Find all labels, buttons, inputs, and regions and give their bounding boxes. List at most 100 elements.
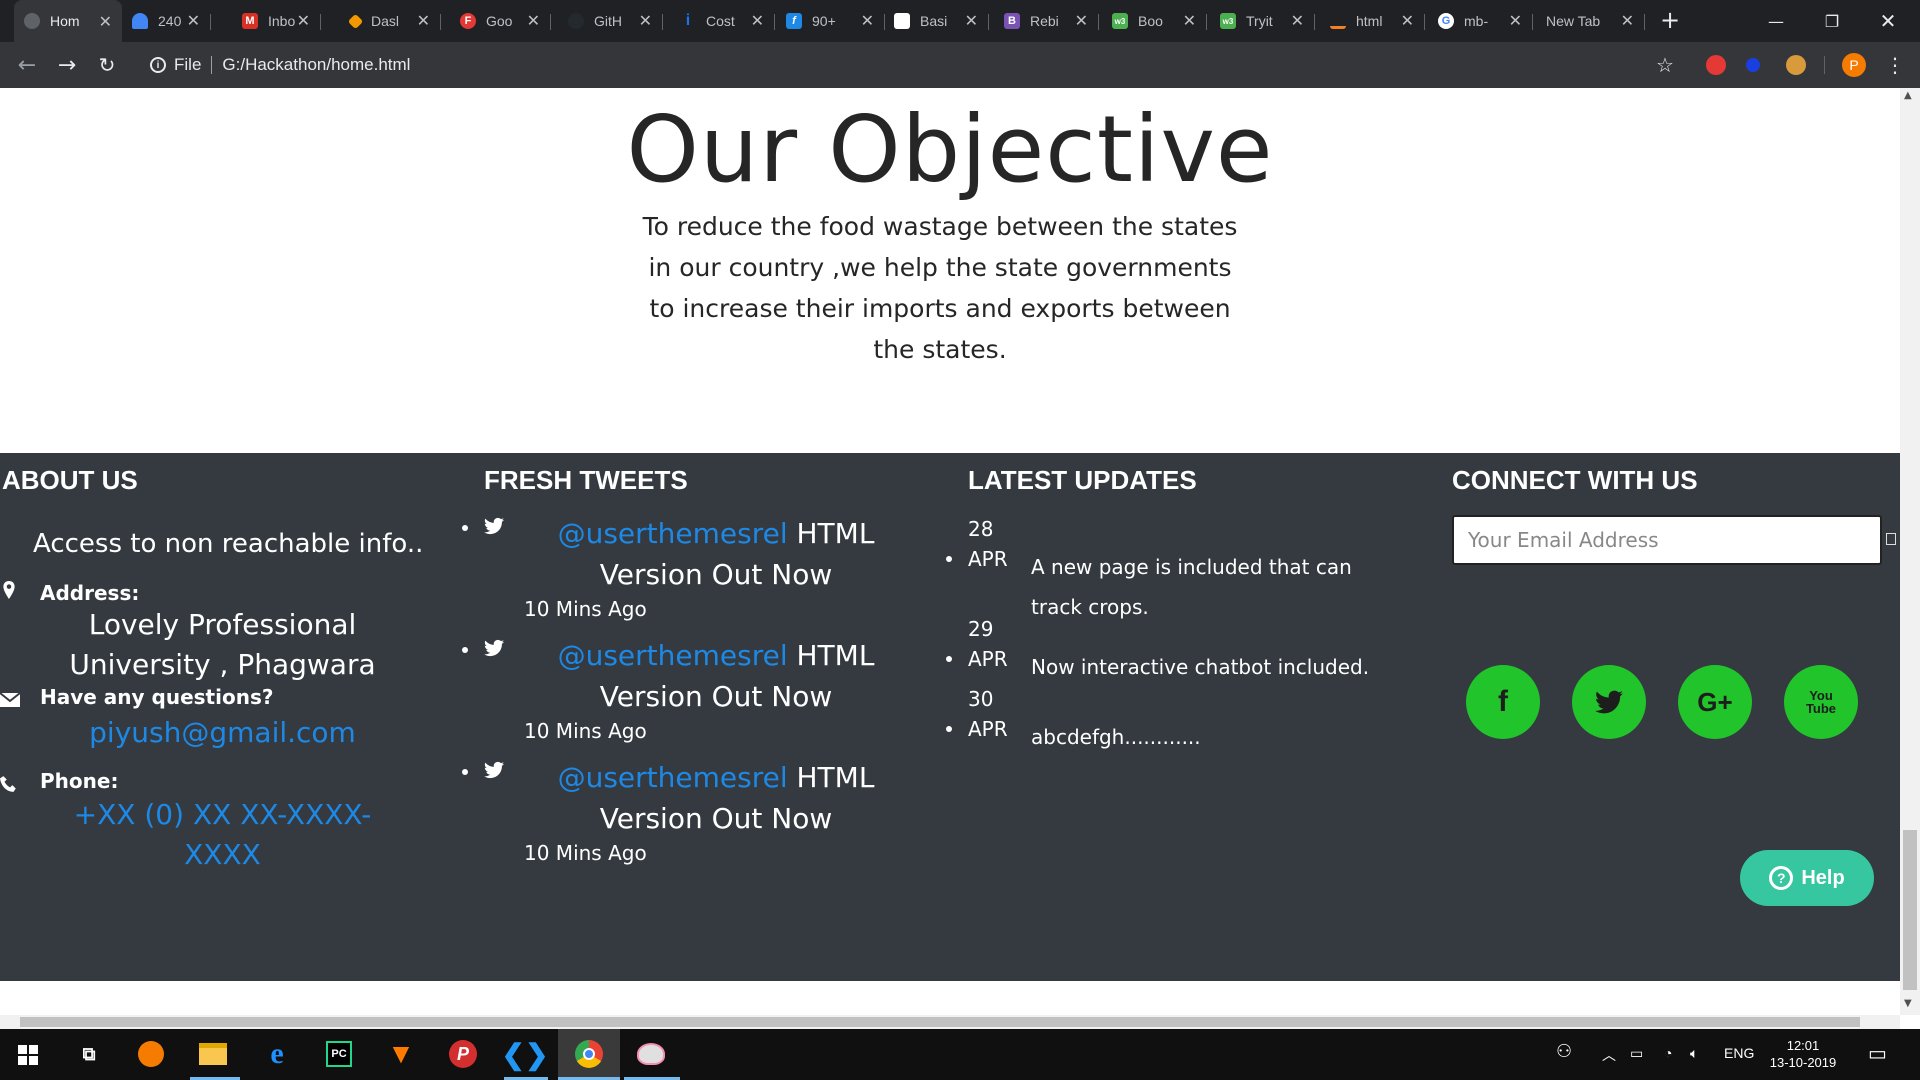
tab-item[interactable]: B Rebi ✕ — [994, 8, 1098, 34]
tab-item[interactable]: GitH ✕ — [558, 8, 662, 34]
volume-icon[interactable]: 🔈︎ — [1690, 1045, 1698, 1062]
github-icon — [568, 13, 584, 29]
tab-close-icon[interactable]: ✕ — [965, 11, 978, 31]
profile-avatar[interactable]: P — [1842, 53, 1866, 77]
people-icon[interactable]: ⚇ — [1556, 1041, 1572, 1062]
about-tagline: Access to non reachable info.. — [33, 529, 424, 559]
tab-close-icon[interactable]: ✕ — [1183, 11, 1196, 31]
task-view-icon[interactable]: ⧉ — [72, 1037, 106, 1071]
tab-item[interactable]: w3 Tryit ✕ — [1210, 8, 1314, 34]
list-bullet — [946, 726, 952, 732]
tab-close-icon[interactable]: ✕ — [99, 12, 112, 32]
twitter-bird-icon — [484, 761, 504, 779]
address-bar[interactable]: i File G:/Hackathon/home.html — [138, 48, 1678, 82]
vlc-icon[interactable]: ▼ — [384, 1037, 418, 1071]
restore-icon[interactable]: ❐ — [1804, 0, 1860, 42]
contact-email-link[interactable]: piyush@gmail.com — [60, 713, 385, 753]
contact-phone-link[interactable]: +XX (0) XX XX-XXXX-XXXX — [60, 795, 385, 875]
tab-close-icon[interactable]: ✕ — [417, 11, 430, 31]
close-window-icon[interactable]: ✕ — [1860, 0, 1916, 42]
help-button[interactable]: ? Help — [1740, 850, 1874, 906]
w3schools-icon: w3 — [1112, 13, 1128, 29]
tab-separator — [320, 14, 321, 30]
file-explorer-icon[interactable] — [196, 1037, 230, 1071]
scroll-up-arrow-icon[interactable]: ▲ — [1904, 90, 1912, 101]
tab-close-icon[interactable]: ✕ — [527, 11, 540, 31]
show-hidden-icons-chevron-icon[interactable]: ︿ — [1602, 1045, 1616, 1065]
tab-item[interactable]: Dasl ✕ — [340, 8, 440, 34]
facebook-icon[interactable]: f — [1466, 665, 1540, 739]
tab-item[interactable]: w3 Boo ✕ — [1102, 8, 1206, 34]
extension-blue-icon[interactable] — [1746, 58, 1760, 72]
tab-item[interactable]: f 90+ ✕ — [776, 8, 884, 34]
windows-start-icon[interactable] — [18, 1045, 38, 1065]
extension-red-icon[interactable] — [1706, 55, 1726, 75]
list-bullet — [462, 525, 468, 531]
system-clock[interactable]: 12:01 13-10-2019 — [1758, 1037, 1848, 1071]
youtube-icon[interactable]: You Tube — [1784, 665, 1858, 739]
connect-heading: CONNECT WITH US — [1452, 465, 1698, 495]
update-month: APR — [968, 647, 1008, 671]
scrollbar-thumb[interactable] — [1903, 830, 1917, 990]
edge-icon[interactable]: e — [260, 1037, 294, 1071]
horizontal-scrollbar[interactable] — [0, 1015, 1900, 1029]
url-text: G:/Hackathon/home.html — [222, 55, 411, 74]
tab-favicon-icon — [24, 13, 40, 29]
chrome-icon[interactable] — [572, 1037, 606, 1071]
scrollbar-thumb[interactable] — [20, 1017, 1860, 1027]
tab-item[interactable]: 240 ✕ — [122, 8, 210, 34]
tab-close-icon[interactable]: ✕ — [297, 11, 310, 31]
list-bullet — [462, 769, 468, 775]
forward-icon[interactable]: → — [52, 50, 82, 80]
tab-item[interactable]: M Inbo ✕ — [232, 8, 320, 34]
cookie-extension-icon[interactable] — [1786, 55, 1806, 75]
tab-home[interactable]: Hom ✕ — [14, 0, 122, 42]
tweet-handle-link[interactable]: @userthemesrel — [558, 517, 788, 550]
tab-separator — [210, 14, 211, 30]
reload-icon[interactable]: ↻ — [92, 50, 122, 80]
tab-item[interactable]: G mb- ✕ — [1428, 8, 1532, 34]
minimize-icon[interactable]: — — [1748, 0, 1804, 42]
tab-close-icon[interactable]: ✕ — [1075, 11, 1088, 31]
questions-label: Have any questions? — [40, 685, 274, 709]
bookmark-star-icon[interactable]: ☆ — [1650, 50, 1680, 80]
wifi-icon[interactable]: ◔ — [1664, 1045, 1672, 1061]
postman-icon[interactable]: P — [446, 1037, 480, 1071]
language-indicator[interactable]: ENG — [1724, 1045, 1754, 1061]
tab-close-icon[interactable]: ✕ — [751, 11, 764, 31]
tab-close-icon[interactable]: ✕ — [1621, 11, 1634, 31]
new-tab-plus-icon[interactable]: + — [1656, 6, 1684, 34]
scroll-down-arrow-icon[interactable]: ▼ — [1904, 998, 1912, 1009]
tab-close-icon[interactable]: ✕ — [1401, 11, 1414, 31]
vscode-icon[interactable]: ❮❯ — [502, 1037, 549, 1071]
tweet-handle-link[interactable]: @userthemesrel — [558, 761, 788, 794]
site-info-icon[interactable]: i — [150, 57, 166, 73]
tab-close-icon[interactable]: ✕ — [1509, 11, 1522, 31]
vertical-scrollbar[interactable]: ▲ ▼ — [1900, 88, 1920, 1015]
tab-new-tab[interactable]: New Tab ✕ — [1534, 8, 1644, 34]
tab-item[interactable]: F Goo ✕ — [450, 8, 550, 34]
fruity-loops-icon[interactable] — [134, 1037, 168, 1071]
tab-close-icon[interactable]: ✕ — [1291, 11, 1304, 31]
tweet-handle-link[interactable]: @userthemesrel — [558, 639, 788, 672]
twitter-bird-icon — [1595, 690, 1623, 714]
subscribe-checkbox[interactable] — [1886, 533, 1896, 545]
tab-close-icon[interactable]: ✕ — [861, 11, 874, 31]
pycharm-icon[interactable]: PC — [322, 1037, 356, 1071]
tweet-text: @userthemesrel HTML Version Out Now — [556, 513, 876, 595]
notifications-icon[interactable]: ▭ — [1868, 1041, 1887, 1066]
tab-close-icon[interactable]: ✕ — [639, 11, 652, 31]
tweet-text: @userthemesrel HTML Version Out Now — [556, 635, 876, 717]
tab-item[interactable]: i Cost ✕ — [670, 8, 774, 34]
tab-item[interactable]: Basi ✕ — [884, 8, 988, 34]
stackoverflow-icon — [1330, 13, 1346, 29]
menu-kebab-icon[interactable]: ⋮ — [1880, 50, 1910, 80]
google-plus-icon[interactable]: G+ — [1678, 665, 1752, 739]
tab-item[interactable]: html ✕ — [1320, 8, 1424, 34]
back-icon[interactable]: ← — [12, 50, 42, 80]
paint-icon[interactable] — [634, 1037, 668, 1071]
newsletter-email-input[interactable]: Your Email Address — [1452, 515, 1882, 565]
battery-icon[interactable]: ▭ — [1630, 1045, 1643, 1062]
tab-close-icon[interactable]: ✕ — [187, 11, 200, 31]
twitter-icon[interactable] — [1572, 665, 1646, 739]
